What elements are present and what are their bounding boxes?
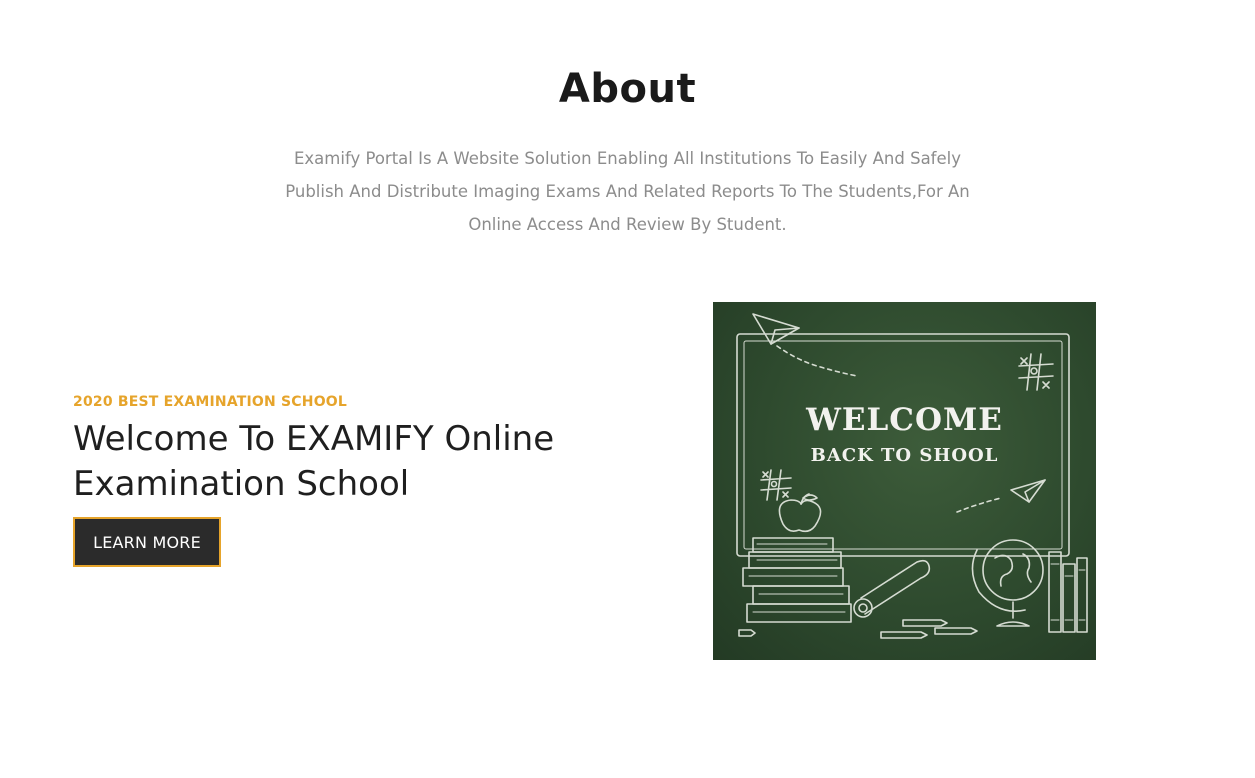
chalkboard-drawing xyxy=(736,313,1088,639)
learn-more-button[interactable]: LEARN MORE xyxy=(73,517,221,567)
section-title: About xyxy=(558,66,697,112)
board-heading: WELCOME xyxy=(806,402,1003,438)
hero-headline: Welcome To EXAMIFY Online Examination Sc… xyxy=(73,419,555,504)
section-description: Examify Portal Is A Website Solution Ena… xyxy=(285,149,970,234)
about-page: About Examify Portal Is A Website Soluti… xyxy=(0,0,1255,778)
welcome-back-to-school-image: WELCOME BACK TO SHOOL xyxy=(713,302,1096,660)
board-subheading: BACK TO SHOOL xyxy=(810,445,999,466)
eyebrow-label: 2020 BEST EXAMINATION SCHOOL xyxy=(73,394,348,410)
